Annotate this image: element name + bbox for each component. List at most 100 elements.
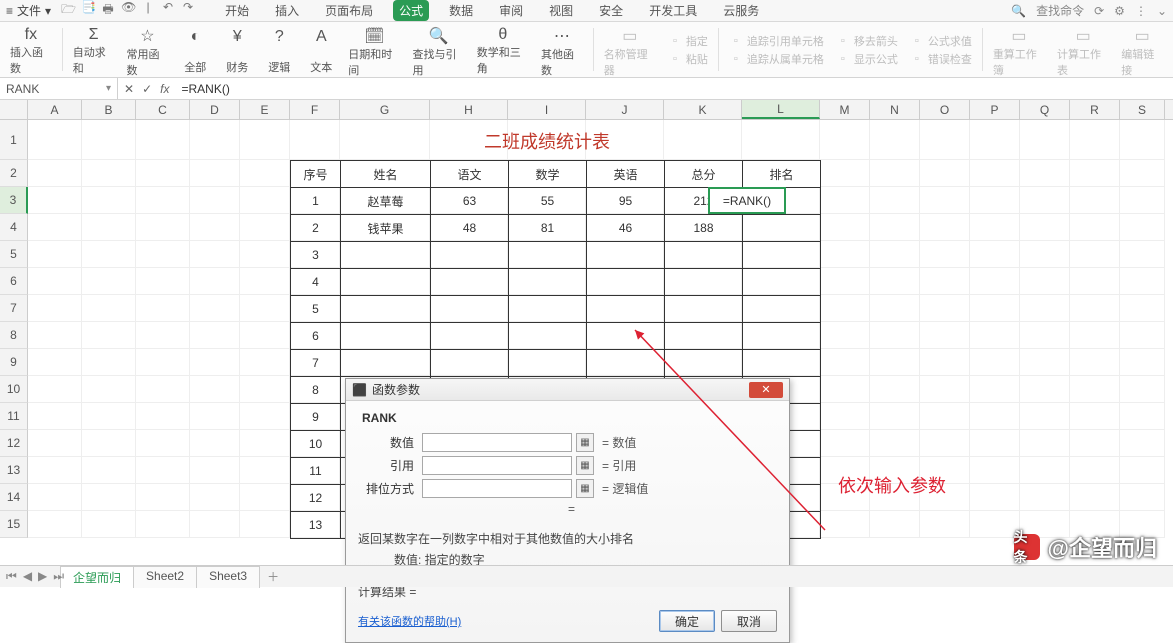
ribbon-逻辑[interactable]: ?逻辑 (258, 22, 300, 77)
row-8[interactable]: 8 (0, 322, 28, 349)
cancel-button[interactable]: 取消 (721, 610, 777, 632)
col-N[interactable]: N (870, 100, 920, 119)
preview-icon[interactable]: 👁 (121, 0, 135, 21)
ribbon-插入函数[interactable]: fx插入函数 (4, 22, 58, 77)
col-Q[interactable]: Q (1020, 100, 1070, 119)
col-K[interactable]: K (664, 100, 742, 119)
ribbon-日期和时间[interactable]: 🗓日期和时间 (342, 22, 406, 77)
col-O[interactable]: O (920, 100, 970, 119)
col-M[interactable]: M (820, 100, 870, 119)
range-picker-icon[interactable]: ▦ (576, 433, 594, 452)
ok-button[interactable]: 确定 (659, 610, 715, 632)
close-button[interactable]: ✕ (749, 382, 783, 398)
tab-视图[interactable]: 视图 (543, 0, 579, 21)
col-S[interactable]: S (1120, 100, 1165, 119)
print-icon[interactable]: 🖶 (101, 0, 115, 21)
col-F[interactable]: F (290, 100, 340, 119)
range-picker-icon[interactable]: ▦ (576, 456, 594, 475)
ribbon-财务[interactable]: ¥财务 (216, 22, 258, 77)
row-4[interactable]: 4 (0, 214, 28, 241)
row-2[interactable]: 2 (0, 160, 28, 187)
formula-input[interactable]: =RANK() (175, 78, 1173, 99)
tab-nav-last-icon[interactable]: ⏭ (53, 569, 64, 584)
tab-插入[interactable]: 插入 (269, 0, 305, 21)
help-link[interactable]: 有关该函数的帮助(H) (358, 613, 461, 629)
col-R[interactable]: R (1070, 100, 1120, 119)
tab-云服务[interactable]: 云服务 (717, 0, 765, 21)
row-9[interactable]: 9 (0, 349, 28, 376)
tab-公式[interactable]: 公式 (393, 0, 429, 21)
ribbon-常用函数[interactable]: ☆常用函数 (121, 22, 175, 77)
col-E[interactable]: E (240, 100, 290, 119)
undo-icon[interactable]: ↶ (161, 0, 175, 21)
ribbon-其他函数[interactable]: ⋯其他函数 (535, 22, 589, 77)
tab-安全[interactable]: 安全 (593, 0, 629, 21)
row-13[interactable]: 13 (0, 457, 28, 484)
row-5[interactable]: 5 (0, 241, 28, 268)
more-icon[interactable]: ⋮ (1135, 4, 1147, 18)
search-input[interactable]: 查找命令 (1036, 2, 1084, 19)
col-A[interactable]: A (28, 100, 82, 119)
tab-nav-first-icon[interactable]: ⏮ (6, 569, 17, 584)
tab-nav-prev-icon[interactable]: ◀ (23, 569, 32, 584)
fx-icon[interactable]: fx (160, 82, 169, 96)
sheet-tab-Sheet2[interactable]: Sheet2 (133, 566, 197, 588)
quick-access[interactable]: 🗁 📑 🖶 👁 | ↶ ↷ (61, 0, 195, 21)
ribbon-粘贴[interactable]: ▫粘贴 (668, 51, 708, 67)
tab-审阅[interactable]: 审阅 (493, 0, 529, 21)
select-all-corner[interactable] (0, 100, 28, 119)
cancel-formula-icon[interactable]: ✕ (124, 82, 134, 96)
ribbon-追踪引用单元格[interactable]: ▫追踪引用单元格 (729, 33, 824, 49)
param-input-1[interactable] (422, 456, 572, 475)
row-3[interactable]: 3 (0, 187, 28, 214)
ribbon-显示公式[interactable]: ▫显示公式 (836, 51, 898, 67)
ribbon-错误检查[interactable]: ▫错误检查 (910, 51, 972, 67)
col-J[interactable]: J (586, 100, 664, 119)
row-1[interactable]: 1 (0, 120, 28, 160)
settings-icon[interactable]: ⚙ (1114, 4, 1125, 18)
tab-nav-next-icon[interactable]: ▶ (38, 569, 47, 584)
row-11[interactable]: 11 (0, 403, 28, 430)
col-G[interactable]: G (340, 100, 430, 119)
chevron-down-icon[interactable]: ⌄ (1157, 4, 1167, 18)
row-6[interactable]: 6 (0, 268, 28, 295)
tab-页面布局[interactable]: 页面布局 (319, 0, 379, 21)
ribbon-文本[interactable]: A文本 (300, 22, 342, 77)
col-D[interactable]: D (190, 100, 240, 119)
col-L[interactable]: L (742, 100, 820, 119)
param-input-2[interactable] (422, 479, 572, 498)
file-menu[interactable]: ≡ 文件 ▾ (6, 2, 51, 19)
col-P[interactable]: P (970, 100, 1020, 119)
row-12[interactable]: 12 (0, 430, 28, 457)
sheet-tab-企望而归[interactable]: 企望而归 (60, 566, 134, 588)
ribbon-数学和三角[interactable]: θ数学和三角 (471, 22, 535, 77)
add-sheet-button[interactable]: ＋ (259, 566, 287, 587)
row-15[interactable]: 15 (0, 511, 28, 538)
col-I[interactable]: I (508, 100, 586, 119)
ribbon-自动求和[interactable]: Σ自动求和 (67, 22, 121, 77)
search-icon[interactable]: 🔍 (1011, 4, 1026, 18)
save-icon[interactable]: 📑 (81, 0, 95, 21)
range-picker-icon[interactable]: ▦ (576, 479, 594, 498)
col-H[interactable]: H (430, 100, 508, 119)
ribbon-移去箭头[interactable]: ▫移去箭头 (836, 33, 898, 49)
col-C[interactable]: C (136, 100, 190, 119)
accept-formula-icon[interactable]: ✓ (142, 82, 152, 96)
col-B[interactable]: B (82, 100, 136, 119)
open-icon[interactable]: 🗁 (61, 0, 75, 21)
grid[interactable]: 123456789101112131415 二班成绩统计表 序号姓名语文数学英语… (0, 120, 1173, 572)
ribbon-指定[interactable]: ▫指定 (668, 33, 708, 49)
ribbon-全部[interactable]: ◐全部 (174, 22, 216, 77)
refresh-icon[interactable]: ⟳ (1094, 4, 1104, 18)
ribbon-追踪从属单元格[interactable]: ▫追踪从属单元格 (729, 51, 824, 67)
row-10[interactable]: 10 (0, 376, 28, 403)
redo-icon[interactable]: ↷ (181, 0, 195, 21)
tab-开发工具[interactable]: 开发工具 (643, 0, 703, 21)
row-14[interactable]: 14 (0, 484, 28, 511)
row-7[interactable]: 7 (0, 295, 28, 322)
ribbon-公式求值[interactable]: ▫公式求值 (910, 33, 972, 49)
tab-数据[interactable]: 数据 (443, 0, 479, 21)
sheet-tab-Sheet3[interactable]: Sheet3 (196, 566, 260, 588)
ribbon-查找与引用[interactable]: 🔍查找与引用 (407, 22, 471, 77)
param-input-0[interactable] (422, 433, 572, 452)
